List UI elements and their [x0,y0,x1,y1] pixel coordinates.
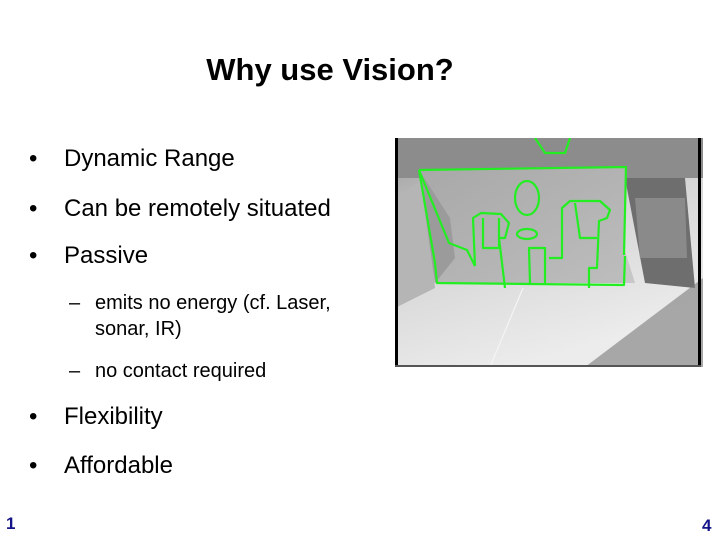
sub-bullet-marker: – [69,360,81,382]
sub-bullet-text: no contact required [95,360,267,382]
slide-title: Why use Vision? [206,52,454,87]
bullet-passive: • Passive [29,242,148,270]
bullet-marker: • [29,242,38,269]
image-left-border [395,138,398,367]
slide-number-right: 4 [702,516,712,535]
sub-bullet-no-contact: – no contact required [69,358,266,384]
bullet-affordable: • Affordable [29,452,173,480]
bullet-flexibility: • Flexibility [29,403,163,431]
cabinet-drawers [635,198,687,258]
sub-bullet-marker: – [69,292,81,314]
bullet-text: Dynamic Range [64,145,235,172]
vision-tracking-image [395,138,703,367]
image-right-border [698,138,701,367]
bullet-marker: • [29,145,38,172]
sub-bullet-emits-no-energy: – emits no energy (cf. Laser, sonar, IR) [69,290,331,342]
bullet-marker: • [29,195,38,222]
bullet-text: Affordable [64,452,173,479]
bullet-text: Passive [64,242,149,269]
bullet-text: Can be remotely situated [64,195,331,222]
image-bottom-border [395,365,701,367]
sub-bullet-text: emits no energy (cf. Laser, [95,292,331,314]
bullet-marker: • [29,403,38,430]
bullet-dynamic-range: • Dynamic Range [29,145,235,173]
sub-bullet-text-continued: sonar, IR) [95,318,182,340]
slide-number-left: 1 [6,514,16,533]
bullet-marker: • [29,452,38,479]
bullet-text: Flexibility [64,403,163,430]
bullet-remote: • Can be remotely situated [29,195,331,223]
